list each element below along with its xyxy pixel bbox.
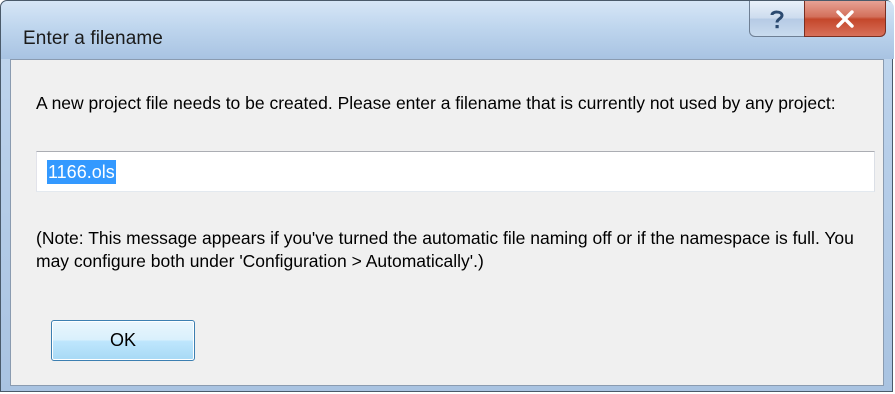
help-button[interactable]	[749, 1, 805, 37]
prompt-text: A new project file needs to be created. …	[36, 93, 836, 113]
close-icon	[835, 9, 855, 28]
note-text: (Note: This message appears if you've tu…	[36, 228, 854, 271]
close-button[interactable]	[804, 1, 886, 37]
title-bar[interactable]: Enter a filename	[1, 1, 894, 59]
dialog-window: Enter a filename A new project file need…	[0, 0, 894, 392]
ok-button[interactable]: OK	[51, 320, 195, 361]
filename-input[interactable]	[36, 151, 875, 192]
window-title: Enter a filename	[23, 28, 163, 49]
dialog-body: A new project file needs to be created. …	[10, 59, 884, 386]
question-mark-icon	[768, 8, 786, 30]
